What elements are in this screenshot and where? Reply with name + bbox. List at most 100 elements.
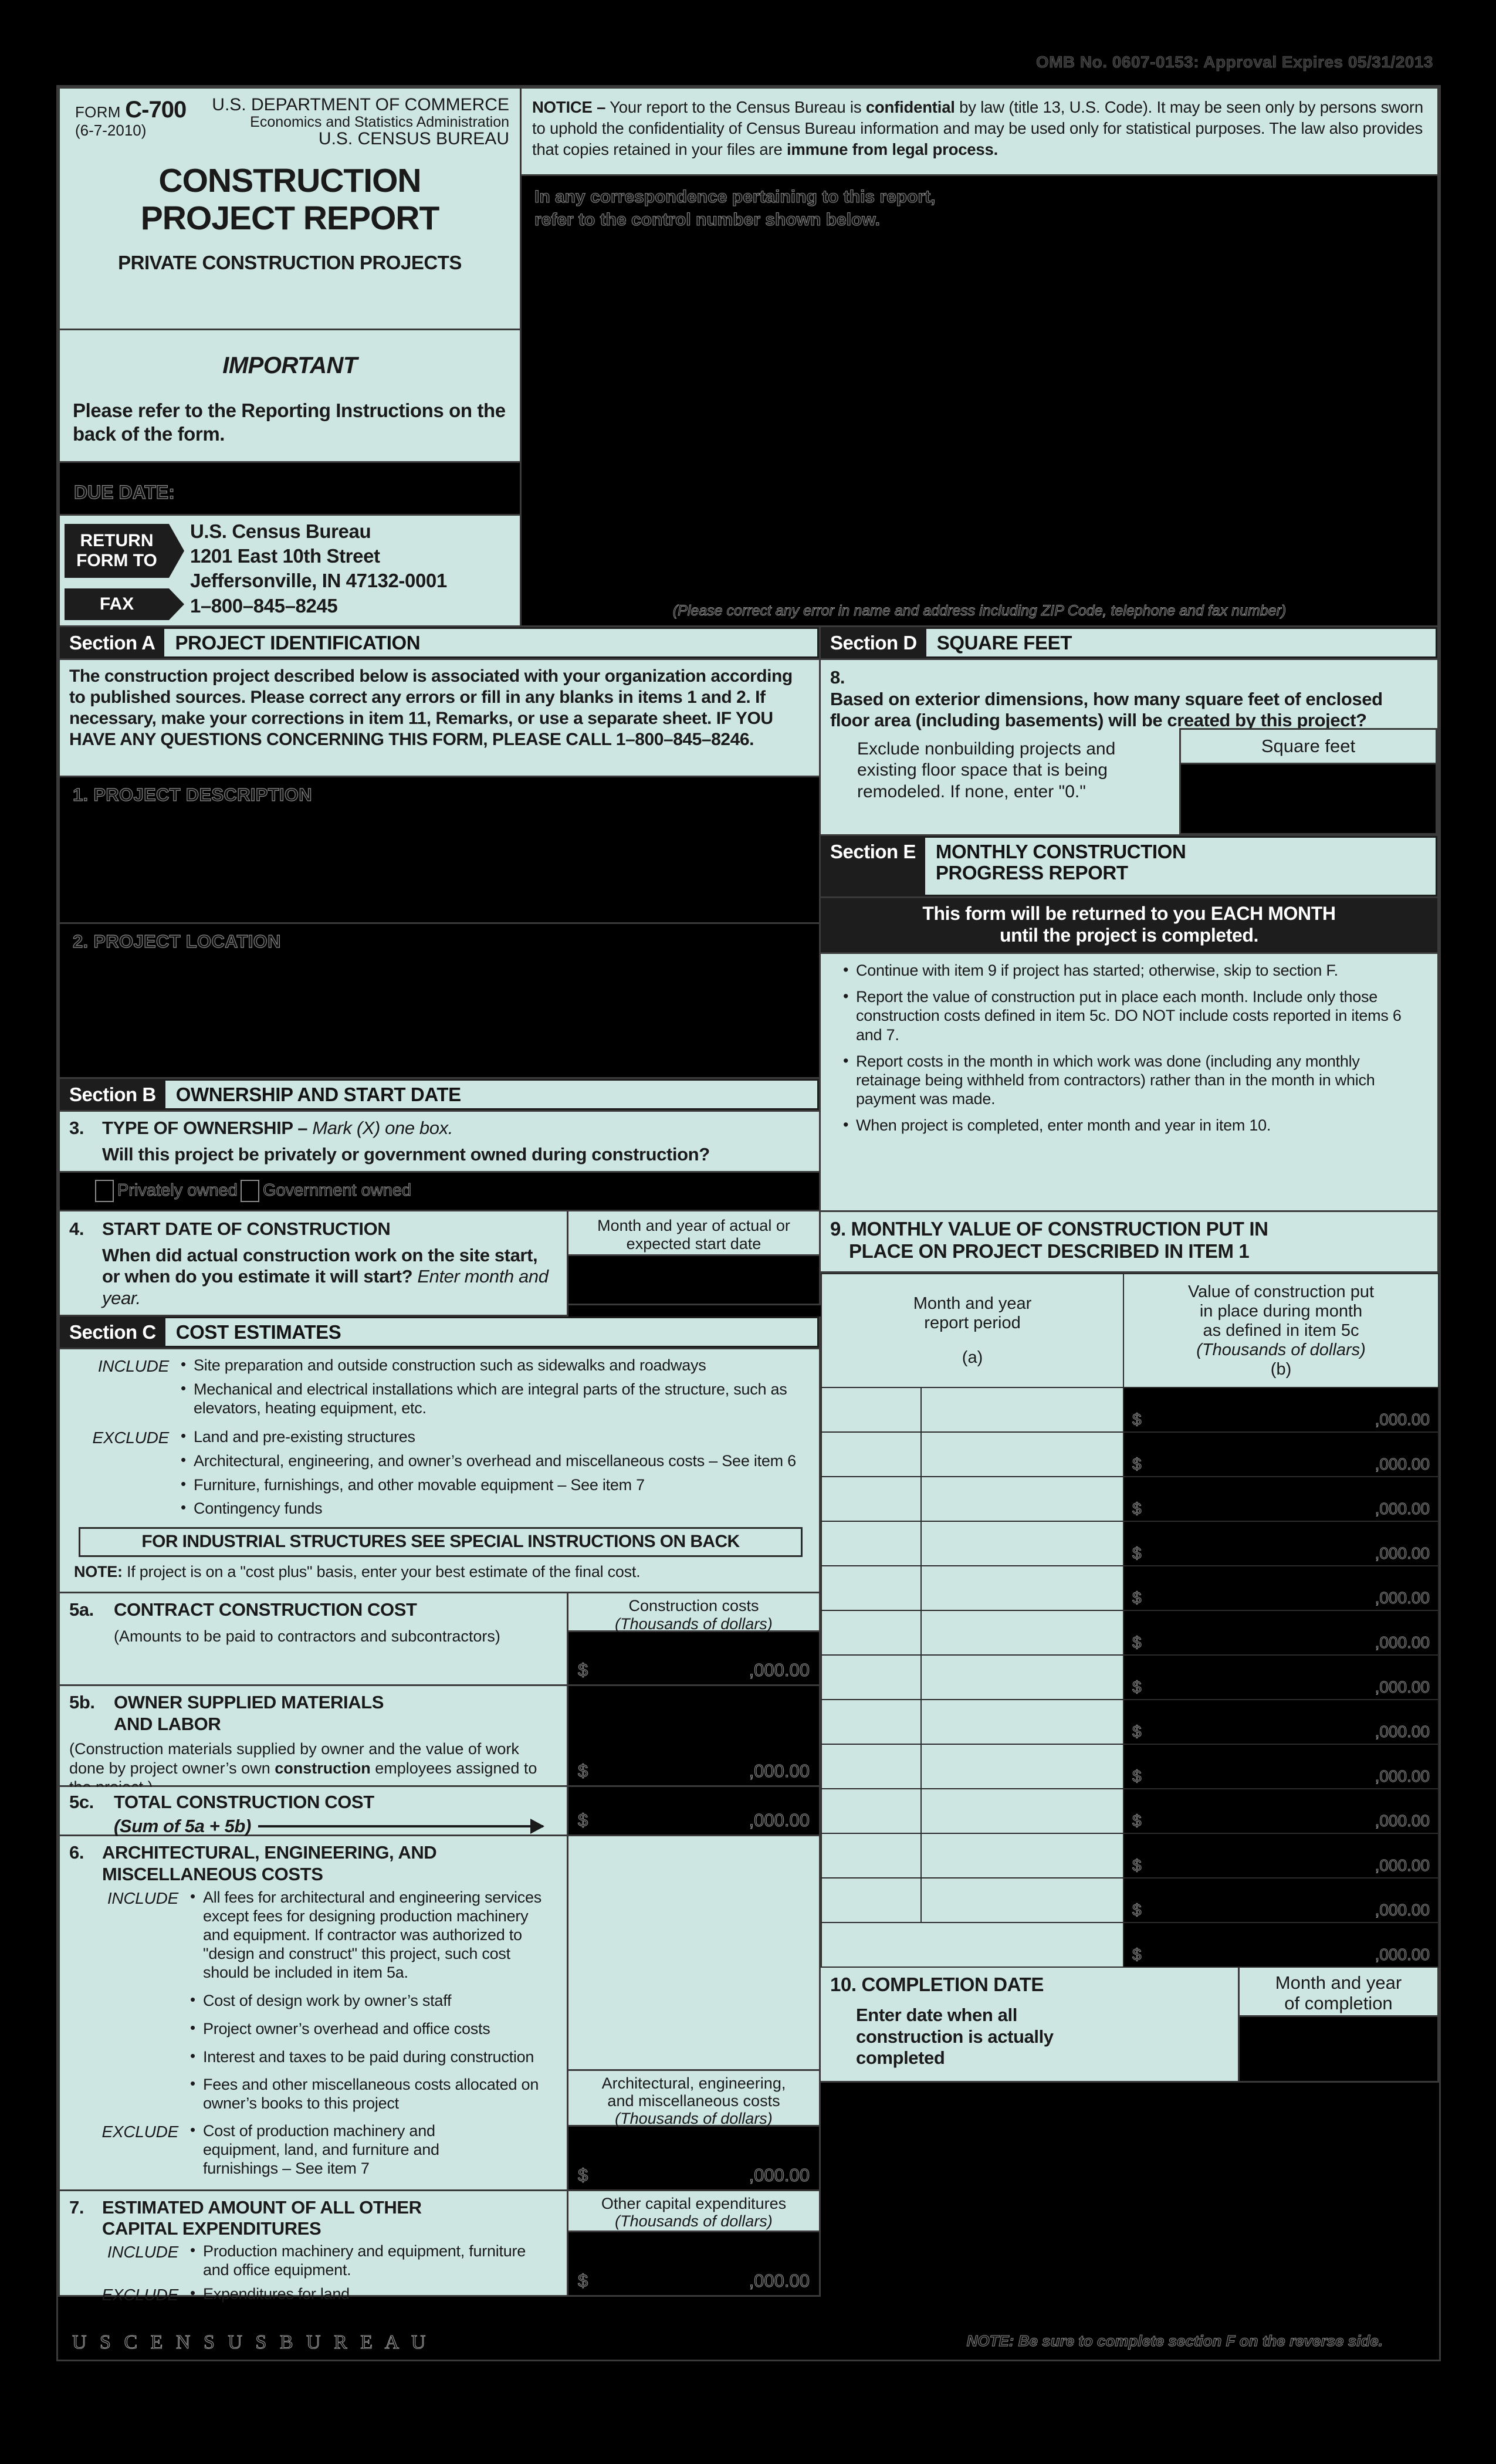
government-owned-checkbox[interactable]	[241, 1180, 259, 1202]
month-cell[interactable]	[821, 1431, 922, 1478]
month-cell[interactable]	[821, 1654, 922, 1701]
list-item: Continue with item 9 if project has star…	[843, 960, 1424, 980]
item-6-field-label-3: (Thousands of dollars)	[615, 2110, 773, 2128]
amount-zeros: ,000.00	[749, 1761, 810, 1782]
form-header-right-column: NOTICE – Your report to the Census Burea…	[522, 87, 1439, 627]
item-5c: 5c. TOTAL CONSTRUCTION COST (Sum of 5a + …	[58, 1787, 821, 1837]
item-5b-title-row: 5b. OWNER SUPPLIED MATERIALS	[69, 1692, 559, 1714]
control-number-address-block[interactable]: In any correspondence pertaining to this…	[522, 176, 1439, 627]
amount-zeros: ,000.00	[1375, 1500, 1430, 1518]
month-cell[interactable]	[821, 1610, 922, 1656]
year-cell[interactable]	[920, 1565, 1125, 1612]
value-cell[interactable]: $ ,000.00	[1123, 1654, 1439, 1701]
item-7-include-list: Production machinery and equipment, furn…	[188, 2241, 561, 2285]
list-item: Expenditures for land	[190, 2284, 350, 2304]
notice-panel: NOTICE – Your report to the Census Burea…	[522, 87, 1439, 176]
item-5c-input[interactable]: $ ,000.00	[568, 1787, 821, 1837]
year-cell[interactable]	[920, 1877, 1125, 1924]
table-row: $ ,000.00	[821, 1788, 1439, 1835]
section-c-include: INCLUDE Site preparation and outside con…	[60, 1355, 814, 1423]
notice-bold-immune: immune from legal process.	[786, 140, 999, 158]
item-5a-input[interactable]: $ ,000.00	[568, 1632, 821, 1687]
item-8-question-row: 8.Based on exterior dimensions, how many…	[830, 667, 1429, 732]
value-cell[interactable]: $ ,000.00	[1123, 1610, 1439, 1656]
value-cell[interactable]: $ ,000.00	[1123, 1476, 1439, 1522]
month-cell[interactable]	[821, 1788, 922, 1835]
value-cell[interactable]: $ ,000.00	[1123, 1833, 1439, 1879]
year-cell[interactable]	[920, 1788, 1125, 1835]
month-cell[interactable]	[821, 1476, 922, 1522]
item-8-note: Exclude nonbuilding projects and existin…	[857, 739, 1116, 801]
fax-number: 1–800–845–8245	[190, 594, 338, 617]
item-6-input[interactable]: $ ,000.00	[568, 2126, 821, 2191]
value-cell[interactable]: $ ,000.00	[1123, 1922, 1439, 1968]
amount-zeros: ,000.00	[1375, 1678, 1430, 1697]
value-cell[interactable]: $ ,000.00	[1123, 1387, 1439, 1433]
year-cell[interactable]	[920, 1387, 1125, 1433]
value-cell[interactable]: $ ,000.00	[1123, 1521, 1439, 1567]
month-cell[interactable]	[821, 1565, 922, 1612]
return-tag-line-2: FORM TO	[76, 551, 157, 570]
item-7-text: 7. ESTIMATED AMOUNT OF ALL OTHER CAPITAL …	[58, 2191, 568, 2304]
item-8-question: Based on exterior dimensions, how many s…	[830, 688, 1383, 731]
form-number: C-700	[125, 97, 187, 123]
item-9-table-body: $ ,000.00 $ ,000.00 $ ,000.00 $ ,000.00 $ ,000.00…	[820, 1387, 1439, 1968]
privately-owned-checkbox[interactable]	[95, 1180, 114, 1202]
year-cell[interactable]	[920, 1521, 1125, 1567]
section-b-label: Section B	[69, 1083, 156, 1105]
month-cell[interactable]	[821, 1387, 922, 1433]
month-year-cell[interactable]	[820, 1922, 1125, 1968]
section-e-header: Section E MONTHLY CONSTRUCTION PROGRESS …	[821, 836, 1439, 898]
item-7-title-row: 7. ESTIMATED AMOUNT OF ALL OTHER	[69, 2197, 561, 2219]
item-5b-number: 5b.	[69, 1692, 95, 1713]
item-6: 6. ARCHITECTURAL, ENGINEERING, AND MISCEL…	[58, 1836, 821, 2191]
item-7-title-1: ESTIMATED AMOUNT OF ALL OTHER	[102, 2196, 422, 2218]
month-cell[interactable]	[821, 1744, 922, 1790]
return-address-panel: RETURN FORM TO FAX U.S. Census Bureau 12…	[58, 516, 522, 627]
section-a-title: PROJECT IDENTIFICATION	[164, 629, 817, 656]
item-7-input[interactable]: $ ,000.00	[568, 2232, 821, 2297]
project-location-field[interactable]: 2. PROJECT LOCATION	[58, 924, 821, 1079]
start-date-input[interactable]	[568, 1256, 821, 1305]
return-form-to-tag: RETURN FORM TO	[65, 524, 184, 578]
correspondence-line-2: refer to the control number shown below.	[534, 209, 880, 229]
year-cell[interactable]	[920, 1431, 1125, 1478]
list-item: Land and pre-existing structures	[181, 1427, 796, 1447]
item-3-question-text: Will this project be privately or govern…	[102, 1143, 710, 1165]
amount-zeros: ,000.00	[1375, 1410, 1430, 1429]
table-row: $ ,000.00	[821, 1387, 1439, 1433]
year-cell[interactable]	[920, 1610, 1125, 1656]
value-cell[interactable]: $ ,000.00	[1123, 1565, 1439, 1612]
value-cell[interactable]: $ ,000.00	[1123, 1431, 1439, 1478]
item-5b-title-1: OWNER SUPPLIED MATERIALS	[114, 1692, 384, 1713]
square-feet-input[interactable]	[1179, 764, 1437, 835]
census-bureau-logo: U S C E N S U S B U R E A U	[72, 2331, 430, 2353]
form-top-band: FORM C-700 (6-7-2010) U.S. DEPARTMENT OF…	[58, 87, 1439, 627]
year-cell[interactable]	[920, 1654, 1125, 1701]
completion-date-input[interactable]	[1240, 2017, 1439, 2083]
item-4-question: When did actual construction work on the…	[69, 1240, 559, 1309]
item-5b-input[interactable]: $ ,000.00	[568, 1686, 821, 1788]
value-cell[interactable]: $ ,000.00	[1123, 1744, 1439, 1790]
value-cell[interactable]: $ ,000.00	[1123, 1699, 1439, 1745]
item-9-number: 9.	[830, 1218, 846, 1240]
month-cell[interactable]	[821, 1877, 922, 1924]
dollar-sign-icon: $	[1132, 1812, 1142, 1830]
value-cell[interactable]: $ ,000.00	[1123, 1788, 1439, 1835]
month-cell[interactable]	[821, 1833, 922, 1879]
item-9-title: 9. MONTHLY VALUE OF CONSTRUCTION PUT IN …	[830, 1218, 1431, 1263]
item-4-title-row: 4. START DATE OF CONSTRUCTION	[69, 1219, 559, 1240]
section-a-label: Section A	[69, 631, 155, 654]
item-10-text: 10. COMPLETION DATE Enter date when all …	[821, 1968, 1240, 2083]
year-cell[interactable]	[920, 1744, 1125, 1790]
value-cell[interactable]: $ ,000.00	[1123, 1877, 1439, 1924]
due-date-field[interactable]: DUE DATE:	[58, 463, 522, 516]
year-cell[interactable]	[920, 1699, 1125, 1745]
item-3-instruction: Mark (X) one box.	[312, 1118, 453, 1138]
project-description-field[interactable]: 1. PROJECT DESCRIPTION	[58, 777, 821, 924]
year-cell[interactable]	[920, 1833, 1125, 1879]
year-cell[interactable]	[920, 1476, 1125, 1522]
section-b-header: Section B OWNERSHIP AND START DATE	[58, 1079, 821, 1112]
month-cell[interactable]	[821, 1521, 922, 1567]
month-cell[interactable]	[821, 1699, 922, 1745]
